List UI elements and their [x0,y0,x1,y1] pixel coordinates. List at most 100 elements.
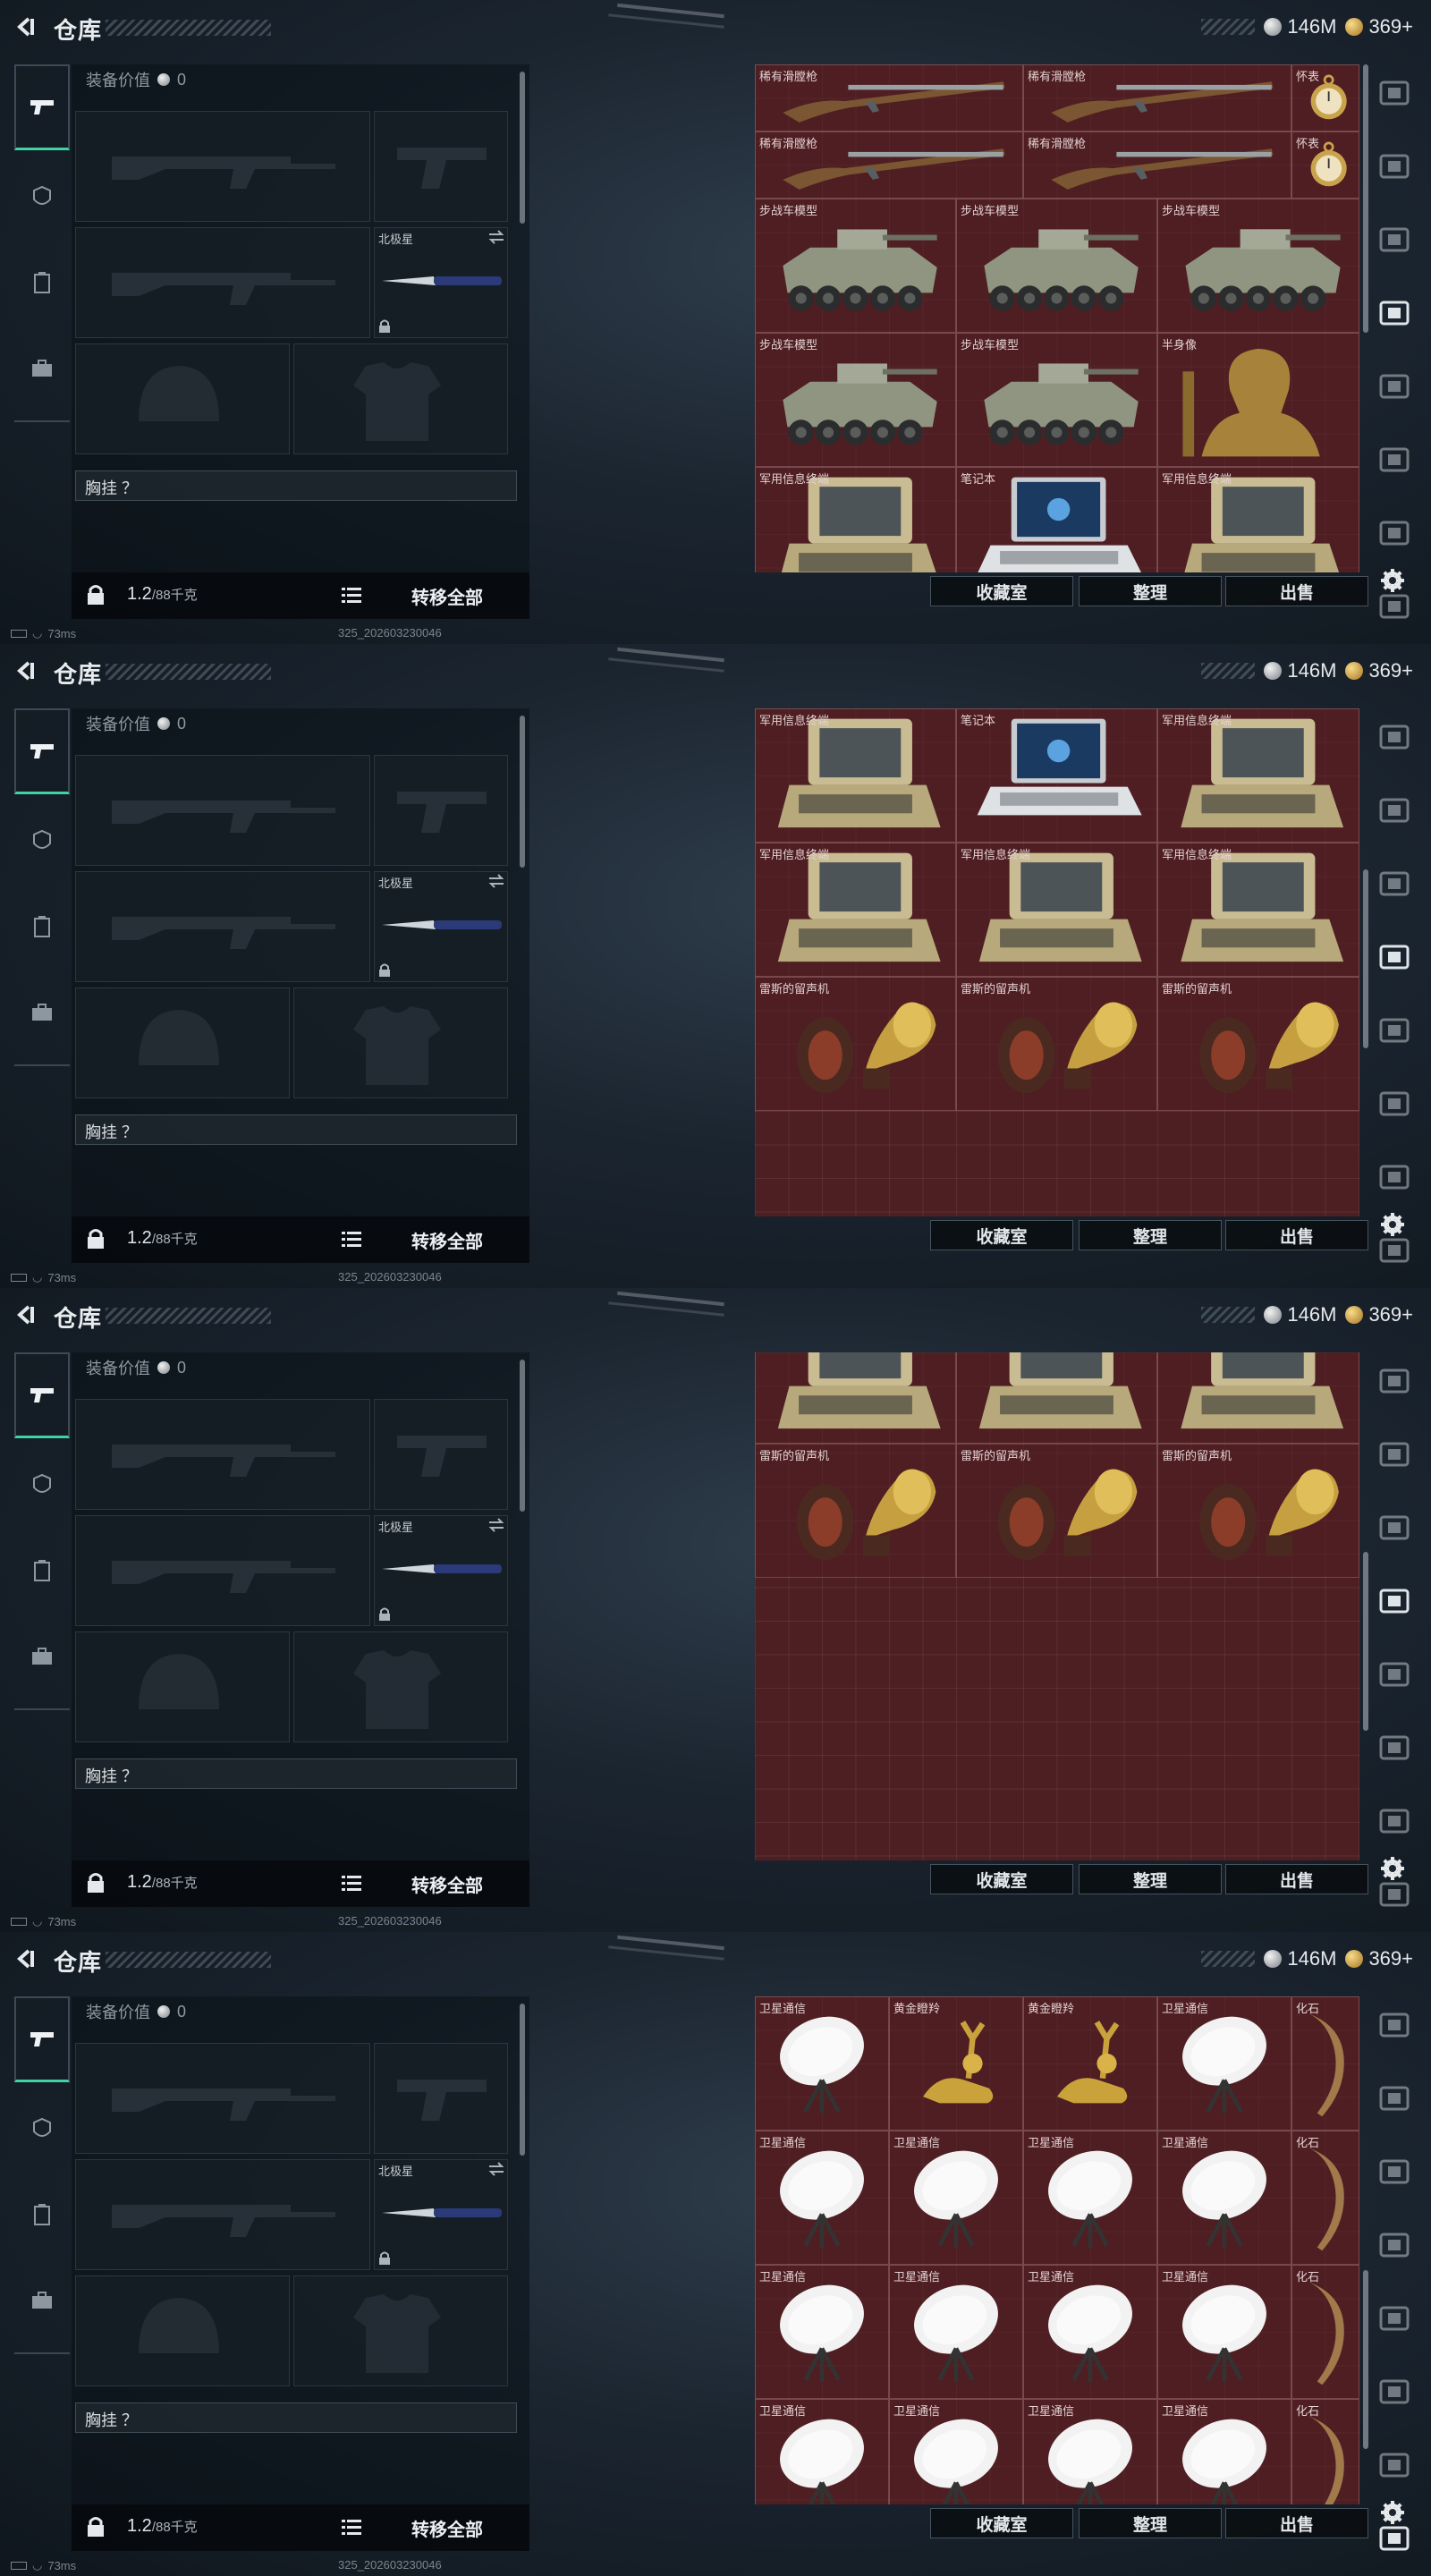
item-satcom[interactable]: 卫星通信 [755,1996,889,2131]
item-satcom[interactable]: 卫星通信 [889,2131,1023,2265]
item-mil-terminal[interactable]: 军用信息终端 [1157,467,1359,572]
primary-weapon-slot[interactable] [75,755,370,866]
tab-backpack[interactable] [14,2258,70,2343]
tab-weapons[interactable] [14,64,70,150]
stash-tab-icon[interactable] [1377,1363,1413,1399]
stash-tab-icon[interactable] [1377,442,1413,478]
item-laptop[interactable]: 笔记本 [956,467,1157,572]
item-satcom[interactable]: 卫星通信 [1023,2399,1157,2504]
collection-button[interactable]: 收藏室 [930,2508,1073,2538]
item-satcom[interactable]: 卫星通信 [1157,1996,1291,2131]
back-icon[interactable] [13,1301,39,1328]
sort-button[interactable]: 整理 [1079,576,1222,606]
item-satcom[interactable]: 卫星通信 [889,2399,1023,2504]
item-golden-deer[interactable]: 黄金瞪羚 [889,1996,1023,2131]
list-icon[interactable] [342,1874,361,1892]
stash-grid[interactable]: 稀有滑膛枪稀有滑膛枪怀表稀有滑膛枪稀有滑膛枪怀表步战车模型步战车模型步战车模型步… [755,708,1359,1216]
stash-tab-icon[interactable] [1377,222,1413,258]
swap-icon[interactable] [487,2162,505,2176]
melee-slot[interactable]: 北极星 [374,227,508,338]
helmet-slot[interactable] [75,2275,290,2386]
stash-tab-icon[interactable] [1377,2301,1413,2336]
item-mil-terminal[interactable]: 军用信息终端 [755,1352,956,1444]
tab-armor[interactable] [14,798,70,884]
item-satcom[interactable]: 卫星通信 [755,2265,889,2399]
tab-armor[interactable] [14,2086,70,2172]
item-mil-terminal[interactable]: 军用信息终端 [1157,843,1359,977]
stash-tab-icon[interactable] [1377,1583,1413,1619]
tab-backpack[interactable] [14,970,70,1055]
stash-grid[interactable]: 卫星通信 黄金瞪羚 黄金瞪羚 卫星通信 化石 卫星通信 卫星通信 卫星通信 卫星通信 化石 卫星通信… [755,1996,1359,2504]
transfer-all-button[interactable]: 转移全部 [411,583,483,609]
sell-button[interactable]: 出售 [1225,1220,1368,1250]
list-icon[interactable] [342,586,361,604]
item-gramophone[interactable]: 雷斯的留声机 [1157,977,1359,1111]
stash-grid[interactable]: 稀有滑膛枪稀有滑膛枪怀表稀有滑膛枪稀有滑膛枪怀表步战车模型步战车模型步战车模型步… [755,64,1359,572]
item-rare-musket[interactable]: 稀有滑膛枪 [755,131,1023,199]
tab-backpack[interactable] [14,326,70,411]
helmet-slot[interactable] [75,1631,290,1742]
sell-button[interactable]: 出售 [1225,576,1368,606]
equipment-scrollbar[interactable] [520,716,525,868]
tab-gear[interactable] [14,884,70,970]
stash-tab-icon[interactable] [1377,866,1413,902]
tab-weapons[interactable] [14,1996,70,2082]
item-gramophone[interactable]: 雷斯的留声机 [1157,1444,1359,1578]
item-satcom[interactable]: 卫星通信 [889,2265,1023,2399]
swap-icon[interactable] [487,1518,505,1532]
sort-button[interactable]: 整理 [1079,2508,1222,2538]
stash-grid[interactable]: 稀有滑膛枪稀有滑膛枪怀表稀有滑膛枪稀有滑膛枪怀表步战车模型步战车模型步战车模型步… [755,1352,1359,1860]
item-gramophone[interactable]: 雷斯的留声机 [755,977,956,1111]
stash-tab-icon[interactable] [1377,589,1413,624]
swap-icon[interactable] [487,230,505,244]
stash-tab-icon[interactable] [1377,1013,1413,1048]
item-laptop[interactable]: 笔记本 [956,708,1157,843]
collection-button[interactable]: 收藏室 [930,1220,1073,1250]
armor-slot[interactable] [293,343,508,454]
item-mil-terminal[interactable]: 军用信息终端 [956,843,1157,977]
item-ifv-model[interactable]: 步战车模型 [956,199,1157,333]
secondary-weapon-slot[interactable] [374,2043,508,2154]
chest-rig-slot[interactable]: 胸挂 ？ [75,470,517,501]
armor-slot[interactable] [293,987,508,1098]
item-fossil[interactable]: 化石 [1291,2265,1359,2399]
item-gramophone[interactable]: 雷斯的留声机 [755,1444,956,1578]
stash-tab-icon[interactable] [1377,1086,1413,1122]
tab-armor[interactable] [14,1442,70,1528]
primary-weapon-slot[interactable] [75,1399,370,1510]
primary-weapon-slot-2[interactable] [75,1515,370,1626]
tab-armor[interactable] [14,154,70,240]
stash-tab-icon[interactable] [1377,1730,1413,1766]
list-icon[interactable] [342,2518,361,2536]
item-satcom[interactable]: 卫星通信 [1023,2131,1157,2265]
stash-tab-icon[interactable] [1377,369,1413,404]
stash-tab-icon[interactable] [1377,2227,1413,2263]
stash-tab-icon[interactable] [1377,2447,1413,2483]
stash-tab-icon[interactable] [1377,719,1413,755]
secondary-weapon-slot[interactable] [374,755,508,866]
item-mil-terminal[interactable]: 军用信息终端 [755,843,956,977]
transfer-all-button[interactable]: 转移全部 [411,2515,483,2541]
tab-weapons[interactable] [14,708,70,794]
stash-tab-icon[interactable] [1377,515,1413,551]
item-fossil[interactable]: 化石 [1291,2399,1359,2504]
chest-rig-slot[interactable]: 胸挂 ？ [75,1758,517,1789]
item-satcom[interactable]: 卫星通信 [755,2131,889,2265]
melee-slot[interactable]: 北极星 [374,871,508,982]
primary-weapon-slot[interactable] [75,111,370,222]
equipment-scrollbar[interactable] [520,1360,525,1512]
stash-tab-icon[interactable] [1377,1510,1413,1546]
sort-button[interactable]: 整理 [1079,1864,1222,1894]
item-fossil[interactable]: 化石 [1291,1996,1359,2131]
swap-icon[interactable] [487,874,505,888]
equipment-scrollbar[interactable] [520,72,525,224]
stash-tab-icon[interactable] [1377,2521,1413,2556]
chest-rig-slot[interactable]: 胸挂 ？ [75,1114,517,1145]
primary-weapon-slot[interactable] [75,2043,370,2154]
stash-tab-icon[interactable] [1377,295,1413,331]
item-mil-terminal[interactable]: 军用信息终端 [956,1352,1157,1444]
collection-button[interactable]: 收藏室 [930,1864,1073,1894]
tab-gear[interactable] [14,2172,70,2258]
tab-gear[interactable] [14,1528,70,1614]
secondary-weapon-slot[interactable] [374,1399,508,1510]
